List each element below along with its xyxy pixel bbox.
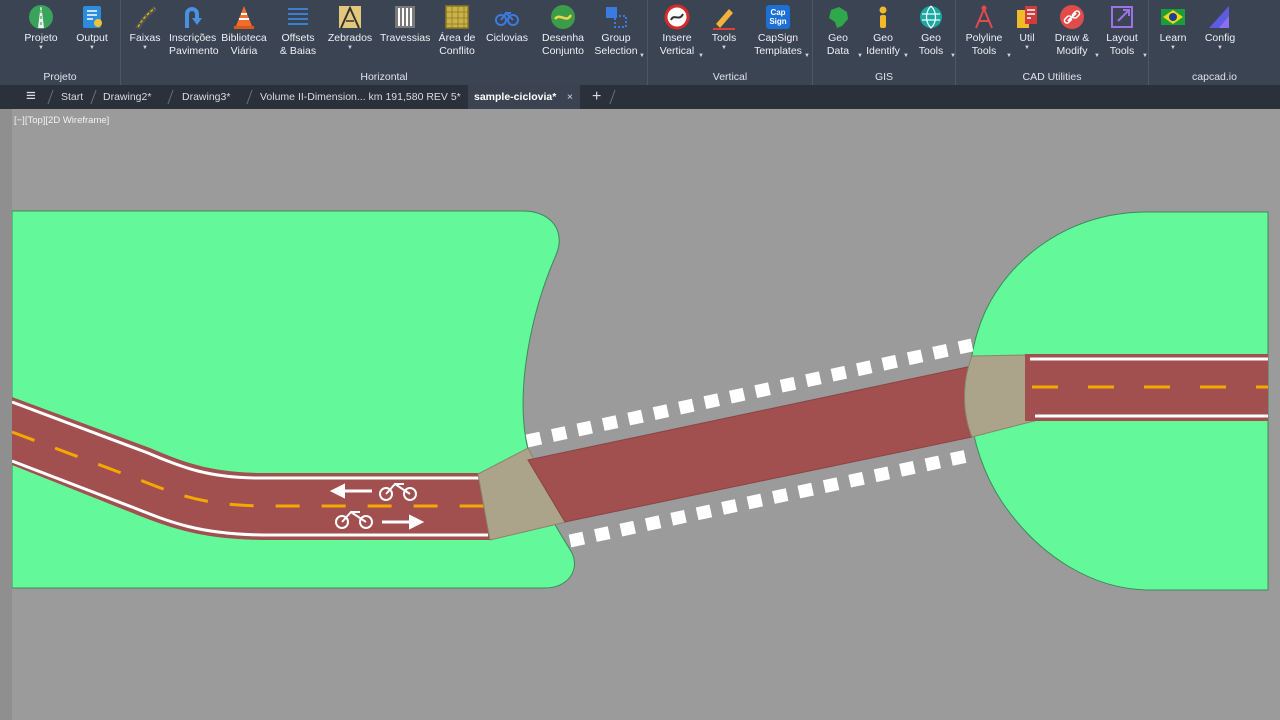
util-button[interactable]: Util ▼ <box>1012 4 1042 52</box>
group-selection-icon <box>606 7 627 28</box>
identify-icon <box>879 6 887 28</box>
tab-start[interactable]: Start <box>55 85 89 109</box>
offsets-baias-button[interactable]: Offsets & Baias <box>277 4 319 58</box>
compass-icon <box>975 5 993 29</box>
drawing-canvas[interactable] <box>0 109 1280 720</box>
panel-title-capcad: capcad.io <box>1192 71 1237 83</box>
tab-drawing2[interactable]: Drawing2* <box>97 85 157 109</box>
config-button[interactable]: Config ▼ <box>1199 4 1241 52</box>
road-icon <box>29 5 53 29</box>
tools-vertical-button[interactable]: Tools ▼ <box>705 4 743 52</box>
config-icon <box>1209 6 1229 28</box>
desenha-conjunto-button[interactable]: Desenha Conjunto <box>539 4 587 58</box>
drawing-viewport[interactable] <box>0 109 1280 720</box>
area-de-conflito-button[interactable]: Área de Conflito <box>436 4 478 58</box>
polyline-tools-button[interactable]: Polyline Tools ▼ <box>962 4 1012 59</box>
capsign-templates-button[interactable]: Cap Sign CapSign Templates ▼ <box>752 4 810 59</box>
crosswalk-icon <box>395 6 415 28</box>
geo-data-button[interactable]: Geo Data ▼ <box>819 4 863 59</box>
svg-text:Sign: Sign <box>769 17 786 26</box>
panel-cad-utilities: Polyline Tools ▼ Util ▼ Draw & Modify ▼ Lay… <box>956 0 1149 85</box>
link-icon <box>1060 5 1084 29</box>
tab-separator <box>90 90 97 104</box>
close-tab-icon[interactable]: × <box>567 85 573 109</box>
lanes-icon <box>135 6 157 29</box>
tab-sample-ciclovia[interactable]: sample-ciclovia* × <box>468 85 580 109</box>
globe-icon <box>920 5 942 29</box>
draw-modify-button[interactable]: Draw & Modify ▼ <box>1050 4 1100 59</box>
panel-horizontal: Faixas ▼ Inscrições Pavimento Biblioteca … <box>121 0 648 85</box>
panel-vertical: Insere Vertical ▼ Tools ▼ Cap Sign CapSign … <box>648 0 813 85</box>
brazil-flag-icon <box>1161 9 1185 25</box>
calculator-icon <box>1017 6 1037 28</box>
faixas-button[interactable]: Faixas ▼ <box>125 4 165 52</box>
panel-capcad: Learn ▼ Config ▼ capcad.io <box>1149 0 1280 85</box>
conflict-area-icon <box>445 5 469 29</box>
bicycle-icon <box>495 11 519 26</box>
insere-vertical-button[interactable]: Insere Vertical ▼ <box>656 4 704 59</box>
tab-volume-ii[interactable]: Volume II-Dimension... km 191,580 REV 5* <box>254 85 467 109</box>
panel-projeto: Projeto ▼ Output ▼ Projeto <box>0 0 121 85</box>
pencil-icon <box>713 9 735 30</box>
tab-separator <box>167 90 174 104</box>
menu-icon[interactable]: ≡ <box>20 85 42 109</box>
ciclovias-button[interactable]: Ciclovias <box>485 4 529 45</box>
geo-tools-button[interactable]: Geo Tools ▼ <box>912 4 956 59</box>
zebrados-button[interactable]: Zebrados ▼ <box>325 4 375 52</box>
left-gutter <box>0 109 12 720</box>
panel-title-cad-utilities: CAD Utilities <box>1022 71 1082 83</box>
panel-title-vertical: Vertical <box>712 71 748 83</box>
travessias-button[interactable]: Travessias <box>380 4 430 45</box>
offset-lines-icon <box>288 8 308 25</box>
inscricoes-pavimento-button[interactable]: Inscrições Pavimento <box>169 4 219 58</box>
group-selection-button[interactable]: Group Selection ▼ <box>593 4 645 59</box>
panel-title-gis: GIS <box>874 71 894 83</box>
layout-tools-button[interactable]: Layout Tools ▼ <box>1102 4 1148 59</box>
tab-separator <box>47 90 54 104</box>
tab-separator <box>246 90 253 104</box>
panel-title-horizontal: Horizontal <box>360 71 408 83</box>
view-label[interactable]: [−][Top][2D Wireframe] <box>14 115 109 126</box>
new-tab-icon[interactable]: + <box>586 85 607 109</box>
panel-gis: Geo Data ▼ Geo Identify ▼ Geo Tools ▼ GIS <box>813 0 956 85</box>
traffic-cone-icon <box>234 6 254 29</box>
projeto-button[interactable]: Projeto ▼ <box>20 4 62 52</box>
svg-text:Cap: Cap <box>770 8 785 17</box>
learn-button[interactable]: Learn ▼ <box>1155 4 1191 52</box>
sign-icon <box>664 4 690 30</box>
document-tab-bar: ≡ Start Drawing2* Drawing3* Volume II-Di… <box>0 85 1280 109</box>
tab-drawing3[interactable]: Drawing3* <box>176 85 236 109</box>
u-turn-icon <box>185 7 202 28</box>
layout-icon <box>1111 6 1133 28</box>
capsign-icon: CapSign <box>766 5 790 29</box>
brazil-map-icon <box>829 7 848 28</box>
panel-title-projeto: Projeto <box>43 71 77 83</box>
biblioteca-viaria-button[interactable]: Biblioteca Viária <box>219 4 269 58</box>
ribbon: Projeto ▼ Output ▼ Projeto Faixas ▼ Inscriç… <box>0 0 1280 85</box>
hatch-icon <box>339 5 361 29</box>
tab-separator <box>609 90 616 104</box>
output-button[interactable]: Output ▼ <box>70 4 114 52</box>
tab-sample-ciclovia-label: sample-ciclovia* <box>474 91 557 103</box>
geo-identify-button[interactable]: Geo Identify ▼ <box>863 4 909 59</box>
draw-set-icon <box>551 5 575 29</box>
output-icon <box>83 6 102 28</box>
